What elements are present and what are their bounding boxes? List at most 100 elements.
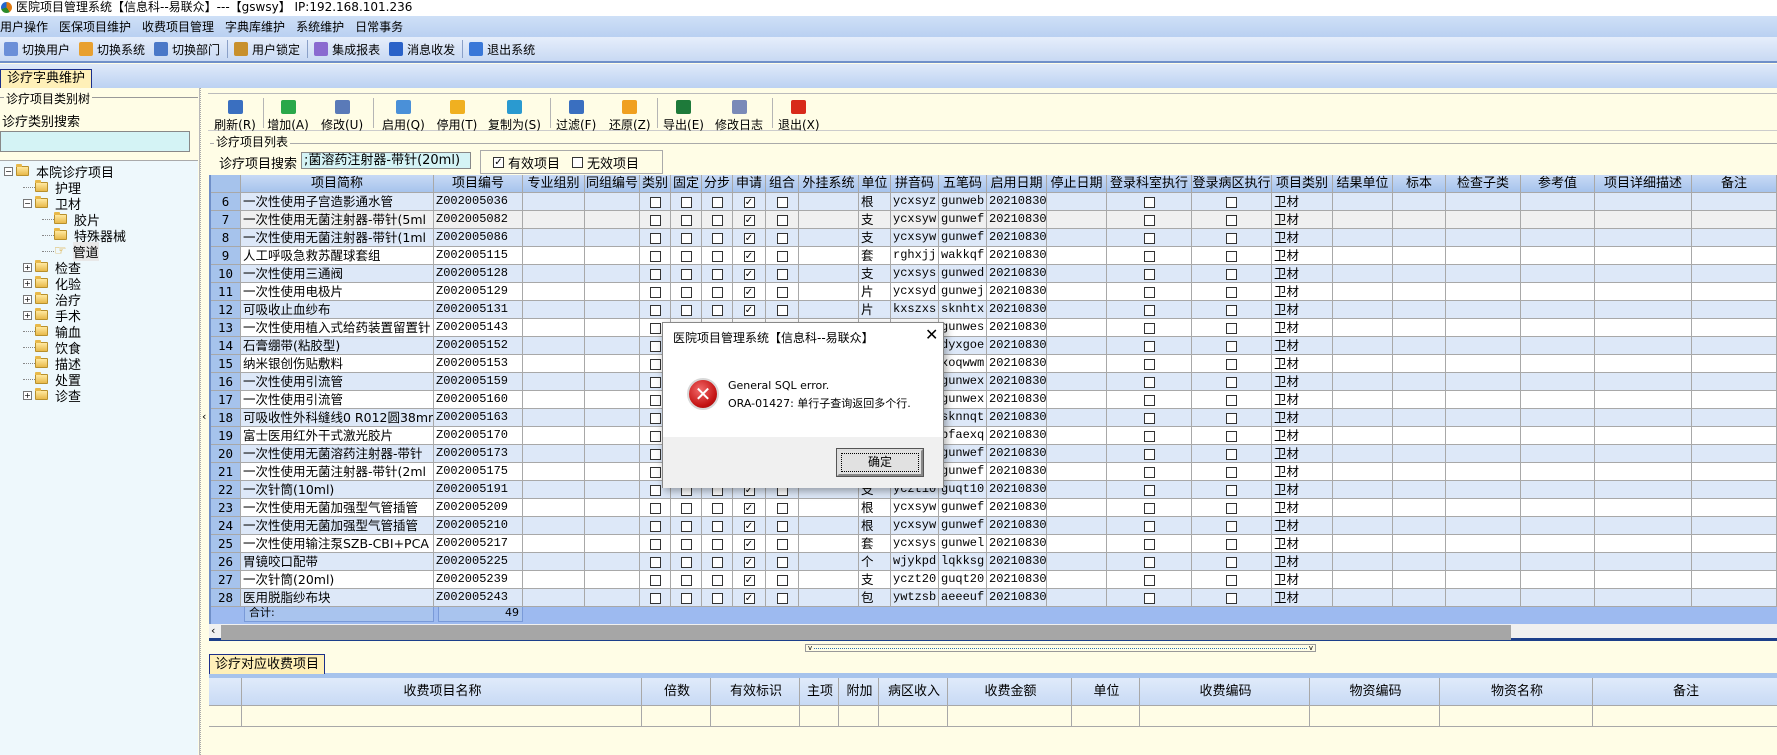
step-checkbox-cell[interactable] xyxy=(702,247,733,265)
checkbox[interactable] xyxy=(1226,539,1237,550)
checkbox[interactable] xyxy=(711,215,723,226)
checkbox[interactable] xyxy=(1226,287,1237,298)
checkbox[interactable] xyxy=(711,305,723,316)
checkbox[interactable] xyxy=(649,287,661,298)
combo-checkbox-cell[interactable] xyxy=(766,553,799,571)
power-exit-button[interactable]: 退出(X) xyxy=(778,94,820,132)
ward-exec-checkbox-cell[interactable] xyxy=(1192,481,1272,499)
item-name-cell[interactable]: 可吸收性外科缝线0 R012圆38mm xyxy=(241,409,434,427)
checkbox[interactable] xyxy=(1226,593,1237,604)
checkbox[interactable] xyxy=(1226,323,1237,334)
fixed-checkbox-cell[interactable] xyxy=(671,247,702,265)
checkbox[interactable] xyxy=(1226,269,1237,280)
table-row[interactable]: 19富士医用红外干式激光胶片Z002005170✓pfaexq20210830卫… xyxy=(211,427,1777,445)
scrollbar-thumb[interactable] xyxy=(221,625,1511,640)
table-row[interactable]: 20一次性使用无菌溶药注射器-带针Z002005173✓gunwef202108… xyxy=(211,445,1777,463)
column-header[interactable]: 登录科室执行 xyxy=(1107,175,1192,193)
apply-checkbox-cell[interactable]: ✓ xyxy=(733,535,766,553)
category-checkbox-cell[interactable] xyxy=(640,589,671,607)
stop-hand-button[interactable]: 停用(T) xyxy=(436,94,478,132)
dept-exec-checkbox-cell[interactable] xyxy=(1107,391,1192,409)
category-checkbox-cell[interactable] xyxy=(640,499,671,517)
ward-exec-checkbox-cell[interactable] xyxy=(1192,499,1272,517)
step-checkbox-cell[interactable] xyxy=(702,517,733,535)
checkbox[interactable] xyxy=(649,413,661,424)
dept-exec-checkbox-cell[interactable] xyxy=(1107,319,1192,337)
checkbox[interactable] xyxy=(649,539,661,550)
table-row[interactable]: 16一次性使用引流管Z002005159✓gunwex20210830卫材 xyxy=(211,373,1777,391)
enable-button[interactable]: 启用(Q) xyxy=(382,94,425,132)
checkbox[interactable] xyxy=(1143,197,1155,208)
item-name-cell[interactable]: 可吸收止血纱布 xyxy=(241,301,434,319)
checkbox[interactable] xyxy=(1226,359,1237,370)
checkbox[interactable] xyxy=(711,503,723,514)
step-checkbox-cell[interactable] xyxy=(702,553,733,571)
dept-exec-checkbox-cell[interactable] xyxy=(1107,463,1192,481)
dept-exec-checkbox-cell[interactable] xyxy=(1107,553,1192,571)
item-name-cell[interactable]: 一次性使用无菌溶药注射器-带针 xyxy=(241,445,434,463)
fixed-checkbox-cell[interactable] xyxy=(671,553,702,571)
dept-exec-checkbox-cell[interactable] xyxy=(1107,481,1192,499)
item-name-cell[interactable]: 胃镜咬口配带 xyxy=(241,553,434,571)
column-header[interactable]: 登录病区执行 xyxy=(1192,175,1272,193)
column-header[interactable]: 启用日期 xyxy=(987,175,1047,193)
column-header[interactable]: 标本 xyxy=(1393,175,1446,193)
empty-cell[interactable] xyxy=(800,706,839,727)
checkbox[interactable] xyxy=(711,593,723,604)
checkbox[interactable] xyxy=(1143,539,1155,550)
table-row[interactable]: 24 一次性使用无菌加强型气管插管 Z002005210 ✓ 根 ycxsyw gunwef… xyxy=(211,517,1777,535)
checkbox[interactable] xyxy=(711,557,723,568)
column-header[interactable] xyxy=(209,678,242,706)
edit-button[interactable]: 修改(U) xyxy=(321,94,363,132)
dept-exec-checkbox-cell[interactable] xyxy=(1107,499,1192,517)
apply-checkbox-cell[interactable]: ✓ xyxy=(733,247,766,265)
checkbox[interactable] xyxy=(1226,575,1237,586)
combo-checkbox-cell[interactable] xyxy=(766,301,799,319)
step-checkbox-cell[interactable] xyxy=(702,283,733,301)
ward-exec-checkbox-cell[interactable] xyxy=(1192,373,1272,391)
dept-exec-checkbox-cell[interactable] xyxy=(1107,589,1192,607)
tree-node[interactable]: − 卫材 xyxy=(23,195,81,213)
checkbox[interactable] xyxy=(680,269,692,280)
checkbox[interactable] xyxy=(649,251,661,262)
table-row[interactable]: 28 医用脱脂纱布块 Z002005243 ✓ 包 ywtzsb aeeeuf 2021083… xyxy=(211,589,1777,607)
checkbox[interactable] xyxy=(1226,431,1237,442)
table-row[interactable]: 10 一次性使用三通阀 Z002005128 ✓ 支 ycxsys gunwed 202108… xyxy=(211,265,1777,283)
checkbox[interactable] xyxy=(1143,431,1155,442)
checkbox[interactable] xyxy=(1143,305,1155,316)
checkbox[interactable] xyxy=(1143,215,1155,226)
step-checkbox-cell[interactable] xyxy=(702,301,733,319)
tree-node[interactable]: + 诊查 xyxy=(23,387,81,405)
menu-item[interactable]: 系统维护 xyxy=(296,18,355,35)
horizontal-scrollbar[interactable]: ‹ xyxy=(209,624,1777,641)
item-name-cell[interactable]: 一次性使用无菌注射器-带针(2ml xyxy=(241,463,434,481)
checkbox[interactable] xyxy=(1143,503,1155,514)
apply-checkbox-cell[interactable]: ✓ xyxy=(733,499,766,517)
category-checkbox-cell[interactable] xyxy=(640,211,671,229)
checkbox[interactable] xyxy=(680,251,692,262)
checkbox[interactable] xyxy=(711,251,723,262)
checkbox[interactable] xyxy=(1143,449,1155,460)
invalid-items-label[interactable]: 无效项目 xyxy=(587,153,639,172)
apply-checkbox-cell[interactable]: ✓ xyxy=(733,193,766,211)
ward-exec-checkbox-cell[interactable] xyxy=(1192,193,1272,211)
menu-item[interactable]: 字典库维护 xyxy=(225,18,296,35)
expand-icon[interactable]: + xyxy=(23,278,32,288)
combo-checkbox-cell[interactable] xyxy=(766,589,799,607)
excel-export-button[interactable]: 导出(E) xyxy=(663,94,704,132)
column-header[interactable]: 主项 xyxy=(800,678,839,706)
column-header[interactable]: 物资编码 xyxy=(1310,678,1440,706)
checkbox[interactable] xyxy=(649,359,661,370)
checkbox[interactable]: ✓ xyxy=(743,233,755,244)
table-row[interactable]: 18可吸收性外科缝线0 R012圆38mmZ002005163✓sknnqt20… xyxy=(211,409,1777,427)
main-toolbar-message-button[interactable]: 消息收发 xyxy=(385,41,460,58)
vertical-splitter-handle[interactable]: v v xyxy=(805,644,1316,652)
checkbox[interactable] xyxy=(649,377,661,388)
apply-checkbox-cell[interactable]: ✓ xyxy=(733,589,766,607)
dept-exec-checkbox-cell[interactable] xyxy=(1107,247,1192,265)
apply-checkbox-cell[interactable]: ✓ xyxy=(733,283,766,301)
checkbox[interactable] xyxy=(711,575,723,586)
column-header[interactable]: 病区收入 xyxy=(879,678,948,706)
checkbox[interactable] xyxy=(776,593,788,604)
checkbox[interactable] xyxy=(776,503,788,514)
